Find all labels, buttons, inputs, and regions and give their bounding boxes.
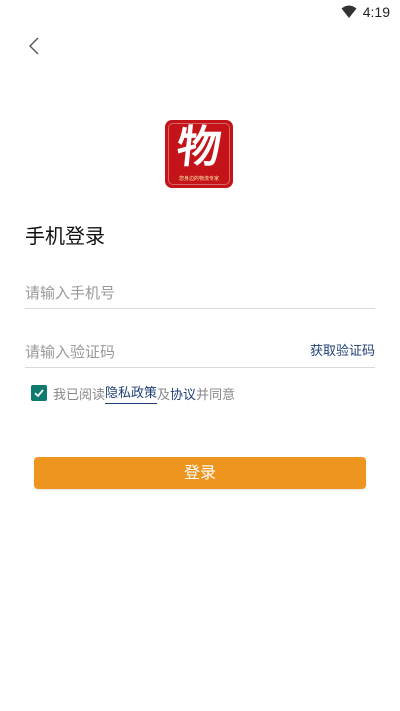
verification-code-input[interactable] xyxy=(25,337,295,367)
agreement-prefix: 我已阅读 xyxy=(53,387,106,403)
page-title: 手机登录 xyxy=(25,224,105,248)
privacy-policy-link[interactable]: 隐私政策 xyxy=(105,382,158,404)
agreement-suffix: 并同意 xyxy=(196,387,236,403)
agreement-checkbox[interactable] xyxy=(31,385,47,401)
login-button[interactable]: 登录 xyxy=(34,457,366,489)
logo-slogan: 您身边的物流专家 xyxy=(178,176,219,182)
chevron-left-icon xyxy=(29,37,39,55)
back-button[interactable] xyxy=(22,34,46,58)
code-field: 获取验证码 xyxy=(25,337,375,368)
agreement-link[interactable]: 协议 xyxy=(170,384,196,403)
status-indicators: 4:19 xyxy=(341,2,390,22)
app-logo: 物 您身边的物流专家 xyxy=(165,120,233,188)
wifi-icon xyxy=(341,5,357,18)
agreement-row: 我已阅读 隐私政策 及 协议 并同意 xyxy=(31,382,235,404)
get-code-button[interactable]: 获取验证码 xyxy=(310,337,375,367)
status-bar: 4:19 xyxy=(0,0,400,24)
status-time: 4:19 xyxy=(362,4,390,20)
phone-field xyxy=(25,278,375,309)
agreement-and: 及 xyxy=(157,387,171,403)
phone-input[interactable] xyxy=(25,278,375,308)
checkmark-icon xyxy=(34,389,44,398)
logo-character: 物 xyxy=(174,122,224,173)
